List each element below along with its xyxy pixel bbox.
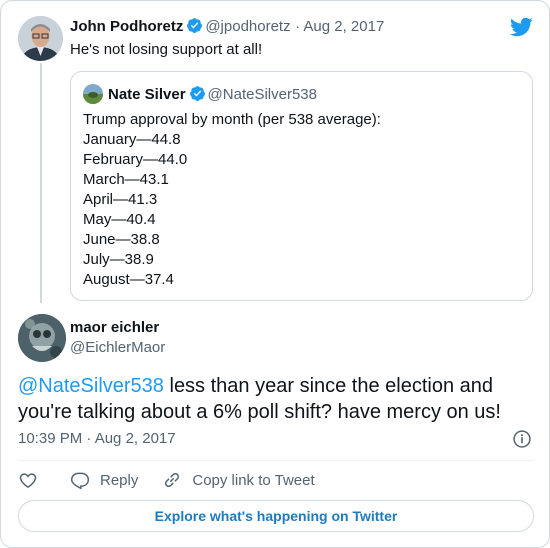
maor-eichler-avatar[interactable]	[18, 314, 66, 362]
embedded-tweet-card: John Podhoretz @jpodhoretz · Aug 2, 2017 …	[0, 0, 550, 548]
quoted-tweet-line: March—43.1	[83, 171, 169, 188]
quoted-tweet-header: Nate Silver @NateSilver538	[108, 85, 317, 104]
main-tweet-text: @NateSilver538 less than year since the …	[18, 373, 538, 425]
twitter-logo-icon[interactable]	[509, 15, 533, 39]
nate-silver-avatar[interactable]	[83, 84, 103, 104]
tweet-actions: Reply Copy link to Tweet	[18, 469, 339, 491]
quoted-tweet-line: January—44.8	[83, 131, 181, 148]
quoted-tweet-line: July—38.9	[83, 251, 154, 268]
heart-icon	[19, 473, 37, 488]
parent-tweet-date[interactable]: · Aug 2, 2017	[295, 18, 384, 35]
main-author-handle[interactable]: @EichlerMaor	[70, 339, 165, 356]
quoted-tweet-line: Trump approval by month (per 538 average…	[83, 111, 381, 128]
quoted-author-name[interactable]: Nate Silver	[108, 86, 186, 103]
quoted-author-handle[interactable]: @NateSilver538	[208, 86, 317, 103]
parent-author-name[interactable]: John Podhoretz	[70, 18, 183, 35]
thread-connector-line	[40, 63, 42, 303]
reply-icon	[70, 472, 90, 490]
quoted-tweet-line: May—40.4	[83, 211, 156, 228]
quoted-tweet-body: Trump approval by month (per 538 average…	[83, 110, 381, 290]
mention-link[interactable]: @NateSilver538	[18, 375, 164, 397]
quoted-tweet-line: February—44.0	[83, 151, 188, 168]
main-author-name[interactable]: maor eichler	[70, 319, 159, 336]
info-icon[interactable]	[512, 429, 532, 449]
parent-tweet-header: John Podhoretz @jpodhoretz · Aug 2, 2017	[70, 17, 384, 36]
link-icon	[165, 472, 180, 488]
like-button[interactable]	[18, 470, 38, 490]
quoted-tweet-line: August—37.4	[83, 271, 174, 288]
reply-label: Reply	[100, 471, 139, 489]
quoted-tweet-line: April—41.3	[83, 191, 158, 208]
parent-author-handle[interactable]: @jpodhoretz	[205, 18, 290, 35]
john-podhoretz-avatar[interactable]	[18, 16, 63, 61]
verified-badge-icon	[189, 86, 205, 101]
tweet-timestamp[interactable]: 10:39 PM · Aug 2, 2017	[18, 430, 176, 447]
quoted-tweet[interactable]: Nate Silver @NateSilver538 Trump approval…	[70, 71, 533, 301]
explore-twitter-button[interactable]: Explore what's happening on Twitter	[18, 500, 534, 532]
copy-link-button[interactable]: Copy link to Tweet	[162, 470, 315, 490]
divider	[18, 460, 534, 461]
copy-link-label: Copy link to Tweet	[192, 471, 315, 489]
verified-badge-icon	[187, 18, 203, 33]
parent-tweet-text: He's not losing support at all!	[70, 41, 263, 58]
quoted-tweet-line: June—38.8	[83, 231, 160, 248]
reply-button[interactable]: Reply	[70, 470, 138, 490]
